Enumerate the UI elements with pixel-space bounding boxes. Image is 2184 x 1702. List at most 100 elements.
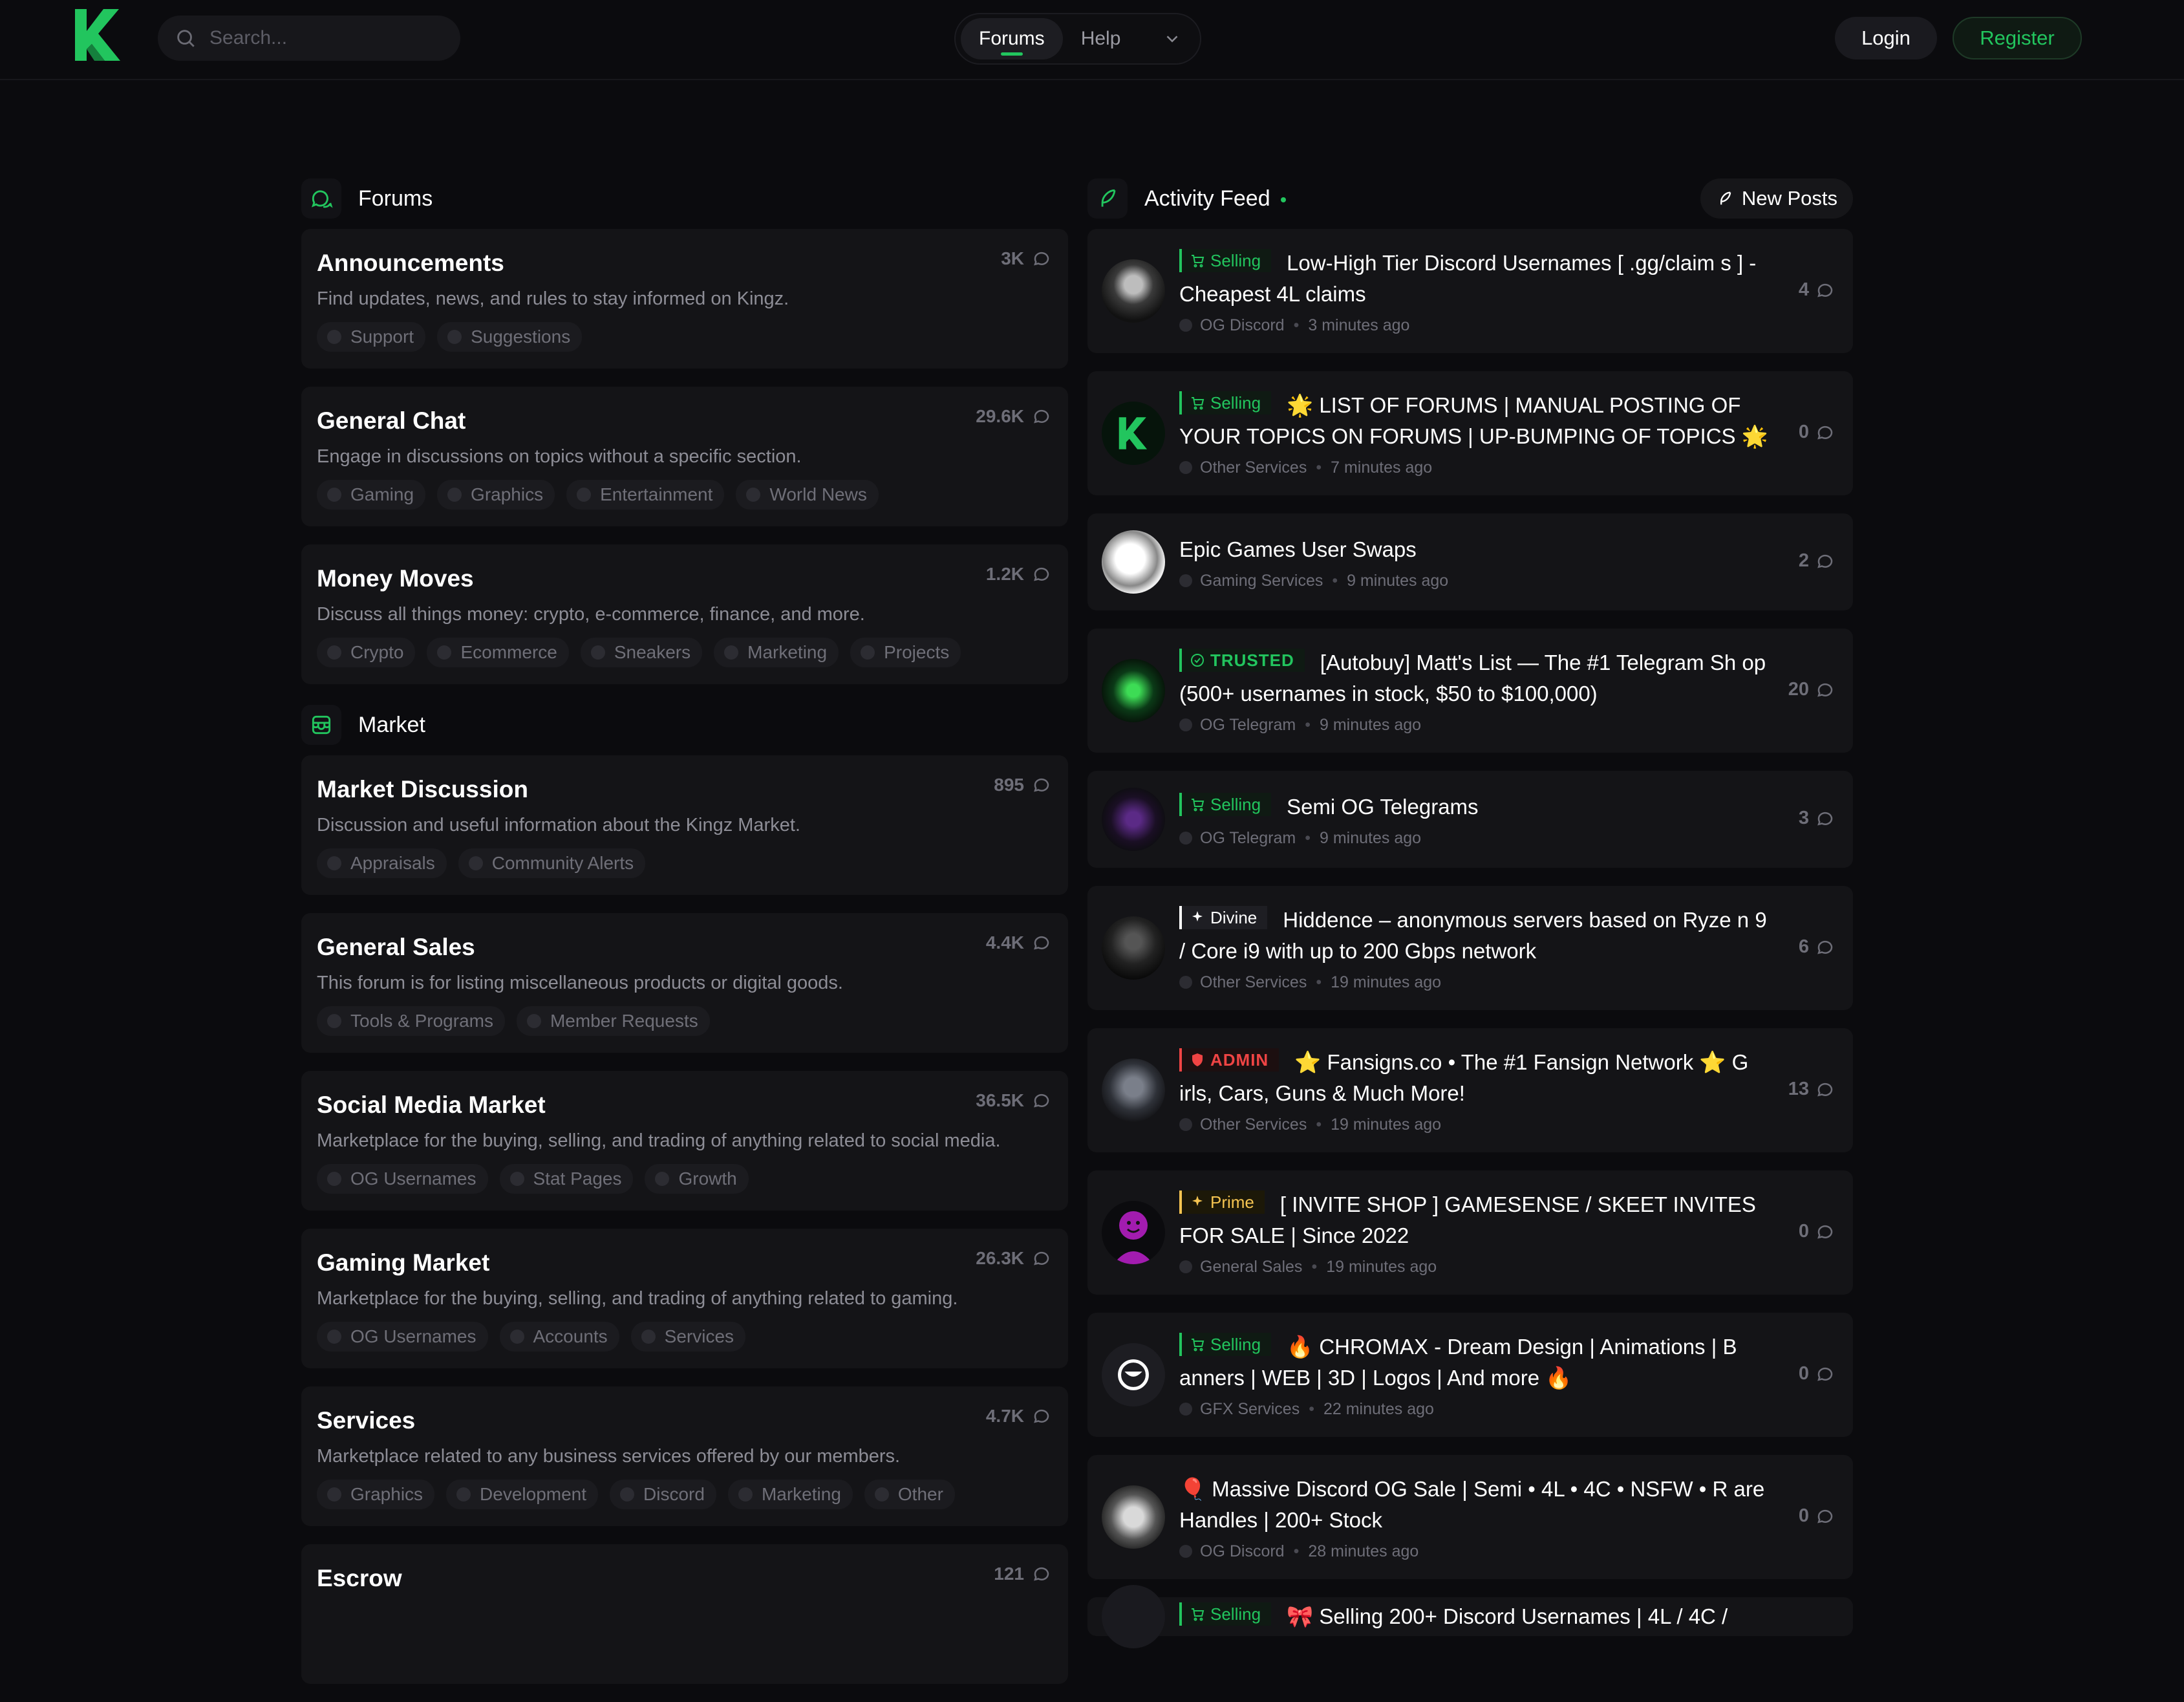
subforum-chip[interactable]: Other	[864, 1480, 955, 1509]
forum-card[interactable]: General Sales 4.4K This forum is for listi…	[301, 913, 1068, 1053]
cart-icon	[1190, 395, 1210, 411]
forum-title[interactable]: Market Discussion	[317, 773, 1053, 806]
login-button[interactable]: Login	[1835, 17, 1937, 59]
forum-title[interactable]: Social Media Market	[317, 1089, 1053, 1121]
forum-title[interactable]: Escrow	[317, 1562, 1053, 1595]
forum-title[interactable]: Gaming Market	[317, 1247, 1053, 1279]
post-title[interactable]: Selling Low-High Tier Discord Usernames […	[1179, 248, 1777, 310]
activity-post[interactable]: Selling 🌟 LIST OF FORUMS | MANUAL POSTING…	[1087, 371, 1853, 495]
activity-post[interactable]: 🎈 Massive Discord OG Sale | Semi • 4L • …	[1087, 1455, 1853, 1579]
activity-post[interactable]: Selling Low-High Tier Discord Usernames […	[1087, 229, 1853, 353]
subforum-chip[interactable]: Member Requests	[516, 1006, 710, 1036]
post-title[interactable]: Selling 🎀 Selling 200+ Discord Usernames …	[1179, 1601, 1777, 1632]
post-forum[interactable]: GFX Services	[1200, 1400, 1300, 1419]
subforum-chip[interactable]: Marketing	[727, 1480, 853, 1509]
subforum-chip[interactable]: Graphics	[317, 1480, 435, 1509]
forum-description: Marketplace for the buying, selling, and…	[317, 1288, 958, 1309]
post-title[interactable]: Prime[ INVITE SHOP ] GAMESENSE / SKEET I…	[1179, 1189, 1777, 1251]
subforum-chip[interactable]: Marketing	[714, 638, 839, 667]
subforum-chip[interactable]: Services	[630, 1322, 746, 1352]
avatar[interactable]	[1102, 402, 1165, 465]
nav-tab-forums[interactable]: Forums	[961, 18, 1063, 59]
subforum-chip[interactable]: World News	[736, 480, 879, 510]
kingz-logo[interactable]	[72, 8, 124, 62]
avatar[interactable]	[1102, 530, 1165, 594]
post-forum[interactable]: General Sales	[1200, 1258, 1302, 1276]
forum-title[interactable]: Services	[317, 1405, 1053, 1437]
forum-card[interactable]: Money Moves 1.2K Discuss all things money:…	[301, 544, 1068, 684]
activity-post[interactable]: Selling 🎀 Selling 200+ Discord Usernames …	[1087, 1585, 1853, 1648]
avatar[interactable]	[1102, 659, 1165, 722]
post-forum[interactable]: OG Telegram	[1200, 829, 1296, 848]
register-button[interactable]: Register	[1953, 17, 2082, 59]
activity-post[interactable]: TRUSTED [Autobuy] Matt's List — The #1 Te…	[1087, 629, 1853, 753]
subforum-chip[interactable]: Development	[446, 1480, 599, 1509]
post-forum[interactable]: Other Services	[1200, 973, 1307, 992]
avatar[interactable]	[1102, 1201, 1165, 1264]
post-title[interactable]: Divine Hiddence – anonymous servers based…	[1179, 905, 1777, 967]
subforum-chip[interactable]: Growth	[645, 1164, 749, 1194]
subforum-chip[interactable]: Discord	[610, 1480, 716, 1509]
forum-card[interactable]: General Chat 29.6K Engage in discussions o…	[301, 387, 1068, 526]
avatar[interactable]	[1102, 788, 1165, 851]
forum-card[interactable]: Gaming Market 26.3K Marketplace for the bu…	[301, 1229, 1068, 1368]
forum-title[interactable]: Money Moves	[317, 563, 1053, 595]
activity-post[interactable]: Divine Hiddence – anonymous servers based…	[1087, 886, 1853, 1010]
forum-card[interactable]: Announcements 3K Find updates, news, and r…	[301, 229, 1068, 369]
subforum-chip[interactable]: OG Usernames	[317, 1164, 488, 1194]
post-forum[interactable]: Other Services	[1200, 1115, 1307, 1134]
subforum-label: Graphics	[471, 484, 544, 504]
subforum-chip[interactable]: Entertainment	[566, 480, 725, 510]
forum-card[interactable]: Social Media Market 36.5K Marketplace for …	[301, 1071, 1068, 1211]
post-forum[interactable]: Other Services	[1200, 458, 1307, 477]
post-forum[interactable]: OG Discord	[1200, 1542, 1285, 1561]
activity-post[interactable]: Epic Games User Swaps Gaming Services • 9 m…	[1087, 513, 1853, 610]
post-title[interactable]: ADMIN ⭐ Fansigns.co • The #1 Fansign Netw…	[1179, 1047, 1777, 1109]
post-title[interactable]: TRUSTED [Autobuy] Matt's List — The #1 Te…	[1179, 647, 1777, 709]
forum-title[interactable]: General Chat	[317, 405, 1053, 437]
activity-post[interactable]: ADMIN ⭐ Fansigns.co • The #1 Fansign Netw…	[1087, 1028, 1853, 1152]
subforum-chip[interactable]: Ecommerce	[427, 638, 569, 667]
subforum-chip[interactable]: Community Alerts	[458, 848, 646, 878]
activity-post[interactable]: Prime[ INVITE SHOP ] GAMESENSE / SKEET I…	[1087, 1170, 1853, 1295]
forum-card[interactable]: Market Discussion 895 Discussion and usefu…	[301, 755, 1068, 895]
subforum-chip[interactable]: OG Usernames	[317, 1322, 488, 1352]
subforum-chip[interactable]: Appraisals	[317, 848, 447, 878]
avatar[interactable]	[1102, 1585, 1165, 1648]
post-forum[interactable]: OG Discord	[1200, 316, 1285, 335]
post-forum[interactable]: OG Telegram	[1200, 716, 1296, 735]
forum-card[interactable]: Services 4.7K Marketplace related to any b…	[301, 1386, 1068, 1526]
post-title[interactable]: Selling 🔥 CHROMAX - Dream Design | Animat…	[1179, 1331, 1777, 1394]
subforum-chip[interactable]: Graphics	[437, 480, 555, 510]
nav-tab-help[interactable]: Help	[1063, 18, 1139, 59]
chat-bubble-icon	[1179, 976, 1192, 989]
subforum-chip[interactable]: Suggestions	[437, 322, 583, 352]
avatar[interactable]	[1102, 259, 1165, 323]
avatar[interactable]	[1102, 1343, 1165, 1406]
forum-title[interactable]: Announcements	[317, 247, 1053, 279]
activity-post[interactable]: Selling 🔥 CHROMAX - Dream Design | Animat…	[1087, 1313, 1853, 1437]
new-posts-button[interactable]: New Posts	[1700, 178, 1853, 219]
subforum-chip[interactable]: Crypto	[317, 638, 416, 667]
subforum-chip[interactable]: Accounts	[499, 1322, 619, 1352]
avatar[interactable]	[1102, 916, 1165, 980]
search-input[interactable]	[209, 27, 442, 49]
subforum-chip[interactable]: Sneakers	[580, 638, 703, 667]
subforum-chip[interactable]: Stat Pages	[499, 1164, 634, 1194]
post-title[interactable]: Selling Semi OG Telegrams	[1179, 792, 1777, 823]
post-title[interactable]: Selling 🌟 LIST OF FORUMS | MANUAL POSTING…	[1179, 390, 1777, 452]
avatar[interactable]	[1102, 1485, 1165, 1549]
post-title[interactable]: Epic Games User Swaps	[1179, 534, 1777, 565]
post-title[interactable]: 🎈 Massive Discord OG Sale | Semi • 4L • …	[1179, 1474, 1777, 1536]
search-bar[interactable]	[158, 16, 460, 61]
activity-post[interactable]: Selling Semi OG Telegrams OG Telegram • 9 mi…	[1087, 771, 1853, 868]
subforum-chip[interactable]: Gaming	[317, 480, 426, 510]
subforum-chip[interactable]: Tools & Programs	[317, 1006, 505, 1036]
subforum-chip[interactable]: Projects	[850, 638, 961, 667]
chevron-down-icon[interactable]	[1162, 29, 1182, 48]
avatar[interactable]	[1102, 1059, 1165, 1122]
subforum-chip[interactable]: Support	[317, 322, 426, 352]
forum-title[interactable]: General Sales	[317, 931, 1053, 964]
forum-card[interactable]: Escrow 121	[301, 1544, 1068, 1684]
post-forum[interactable]: Gaming Services	[1200, 572, 1323, 590]
